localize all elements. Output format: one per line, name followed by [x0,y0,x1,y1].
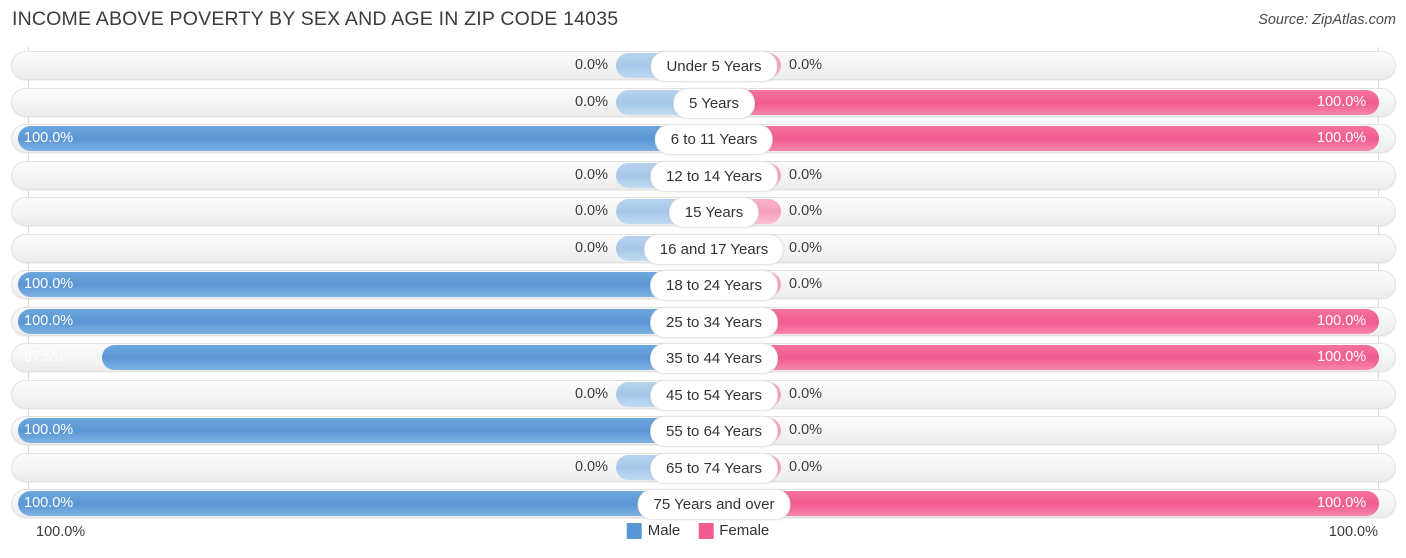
value-label-male: 87.5% [24,349,66,365]
bar-female[interactable] [709,308,1379,334]
legend-label-female: Female [719,522,770,539]
source-attribution: Source: ZipAtlas.com [1258,12,1396,28]
legend-swatch-male [626,522,642,539]
value-label-male: 100.0% [24,312,74,329]
value-label-female: 0.0% [789,203,823,219]
category-label-pill: Under 5 Years [650,51,778,82]
category-label-pill: 35 to 44 Years [650,343,778,374]
chart-row: 100.0% 100.0% 6 to 11 Years [11,124,1396,155]
chart-row: 0.0% 0.0% 15 Years [11,197,1396,228]
category-label-pill: 5 Years [672,87,756,119]
value-label-female: 0.0% [789,422,823,438]
value-label-male: 100.0% [24,130,74,146]
value-label-female: 100.0% [1317,495,1367,511]
chart-row: 0.0% 0.0% 65 to 74 Years [11,452,1396,484]
value-label-male: 100.0% [24,495,74,511]
value-label-female: 0.0% [789,276,823,292]
value-label-male: 0.0% [574,385,608,402]
chart-row: 0.0% 0.0% 12 to 14 Years [11,160,1396,192]
chart-header: INCOME ABOVE POVERTY BY SEX AND AGE IN Z… [0,0,1406,40]
bar-female[interactable] [709,126,1379,151]
value-label-male: 0.0% [574,57,608,73]
bar-male[interactable] [18,491,688,516]
legend-item-male[interactable]: Male [626,522,681,539]
value-label-female: 100.0% [1317,312,1367,329]
value-label-female: 100.0% [1317,349,1367,365]
bar-female[interactable] [709,89,1379,115]
chart-row: 100.0% 100.0% 75 Years and over [11,489,1396,520]
chart-row: 100.0% 0.0% 55 to 64 Years [11,416,1396,447]
chart-row: 0.0% 100.0% 5 Years [11,87,1396,119]
bar-female[interactable] [709,345,1379,370]
value-label-female: 100.0% [1317,93,1367,110]
value-label-male: 0.0% [574,458,608,475]
bar-male[interactable] [18,418,688,443]
chart-row: 0.0% 0.0% 45 to 54 Years [11,379,1396,411]
chart-row: 0.0% 0.0% 16 and 17 Years [11,233,1396,265]
chart-plot-area: 0.0% 0.0% Under 5 Years 0.0% 100.0% 5 Years 10… [0,47,1406,520]
chart-row: 87.5% 100.0% 35 to 44 Years [11,343,1396,374]
bar-male[interactable] [18,126,688,151]
legend-item-female[interactable]: Female [698,522,769,539]
category-label-pill: 16 and 17 Years [643,233,785,265]
legend-swatch-female [698,522,714,539]
value-label-male: 0.0% [574,166,608,183]
value-label-male: 0.0% [574,93,608,110]
category-label-pill: 12 to 14 Years [650,160,778,192]
category-label-pill: 75 Years and over [637,489,791,520]
value-label-female: 100.0% [1317,130,1367,146]
axis-label-right: 100.0% [1328,524,1378,540]
category-label-pill: 25 to 34 Years [650,306,778,338]
legend-label-male: Male [647,522,681,539]
value-label-female: 0.0% [789,458,823,475]
chart-row: 0.0% 0.0% Under 5 Years [11,51,1396,82]
chart-legend: Male Female [626,522,780,539]
category-label-pill: 55 to 64 Years [650,416,778,447]
value-label-male: 0.0% [574,239,608,256]
category-label-pill: 45 to 54 Years [650,379,778,411]
page-title: INCOME ABOVE POVERTY BY SEX AND AGE IN Z… [12,8,619,30]
value-label-male: 100.0% [24,276,74,292]
value-label-male: 0.0% [574,203,608,219]
chart-row: 100.0% 0.0% 18 to 24 Years [11,270,1396,301]
category-label-pill: 15 Years [668,197,760,228]
chart-footer: 100.0% Male Female 100.0% [0,518,1406,558]
category-label-pill: 65 to 74 Years [650,452,778,484]
bar-male[interactable] [101,345,688,370]
value-label-male: 100.0% [24,422,74,438]
value-label-female: 0.0% [789,166,823,183]
axis-label-left: 100.0% [36,524,86,540]
value-label-female: 0.0% [789,57,823,73]
value-label-female: 0.0% [789,239,823,256]
value-label-female: 0.0% [789,385,823,402]
bar-female[interactable] [709,491,1379,516]
bar-male[interactable] [18,308,688,334]
category-label-pill: 6 to 11 Years [654,124,774,155]
bar-male[interactable] [18,272,688,297]
chart-row: 100.0% 100.0% 25 to 34 Years [11,306,1396,338]
category-label-pill: 18 to 24 Years [650,270,778,301]
